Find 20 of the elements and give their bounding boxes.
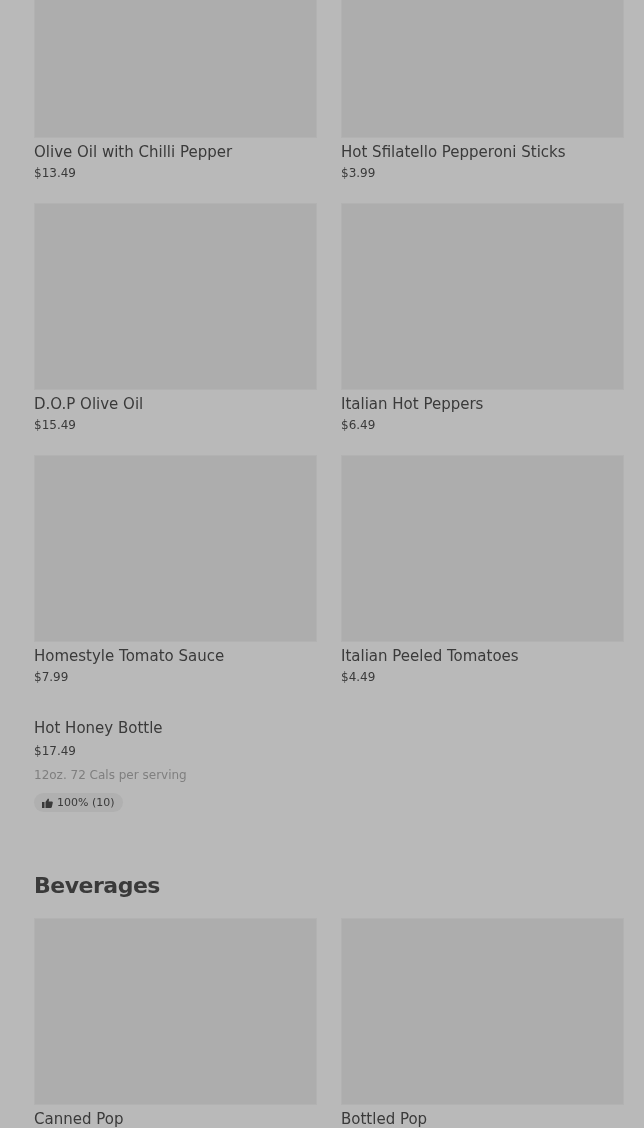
item-price: $3.99 (341, 166, 377, 181)
item-price: $4.49 (341, 670, 377, 685)
item-price: $15.49 (34, 418, 77, 433)
item-name[interactable]: Olive Oil with Chilli Pepper (34, 143, 317, 162)
item-name[interactable]: Canned Pop (34, 1110, 317, 1128)
item-name[interactable]: Homestyle Tomato Sauce (34, 647, 317, 666)
item-name[interactable]: D.O.P Olive Oil (34, 395, 317, 414)
item-name[interactable]: Italian Peeled Tomatoes (341, 647, 624, 666)
rating-text: 100% (10) (57, 796, 115, 809)
section-heading: Beverages (34, 872, 161, 900)
item-price: $6.49 (341, 418, 377, 433)
item-details: 12oz. 72 Cals per serving (34, 768, 188, 783)
item-name[interactable]: Hot Honey Bottle (34, 719, 317, 738)
item-price: $17.49 (34, 744, 77, 759)
thumbs-up-icon (42, 797, 53, 808)
item-name[interactable]: Italian Hot Peppers (341, 395, 624, 414)
item-price: $13.49 (34, 166, 77, 181)
item-name[interactable]: Bottled Pop (341, 1110, 624, 1128)
item-name[interactable]: Hot Sfilatello Pepperoni Sticks (341, 143, 624, 162)
item-price: $7.99 (34, 670, 70, 685)
